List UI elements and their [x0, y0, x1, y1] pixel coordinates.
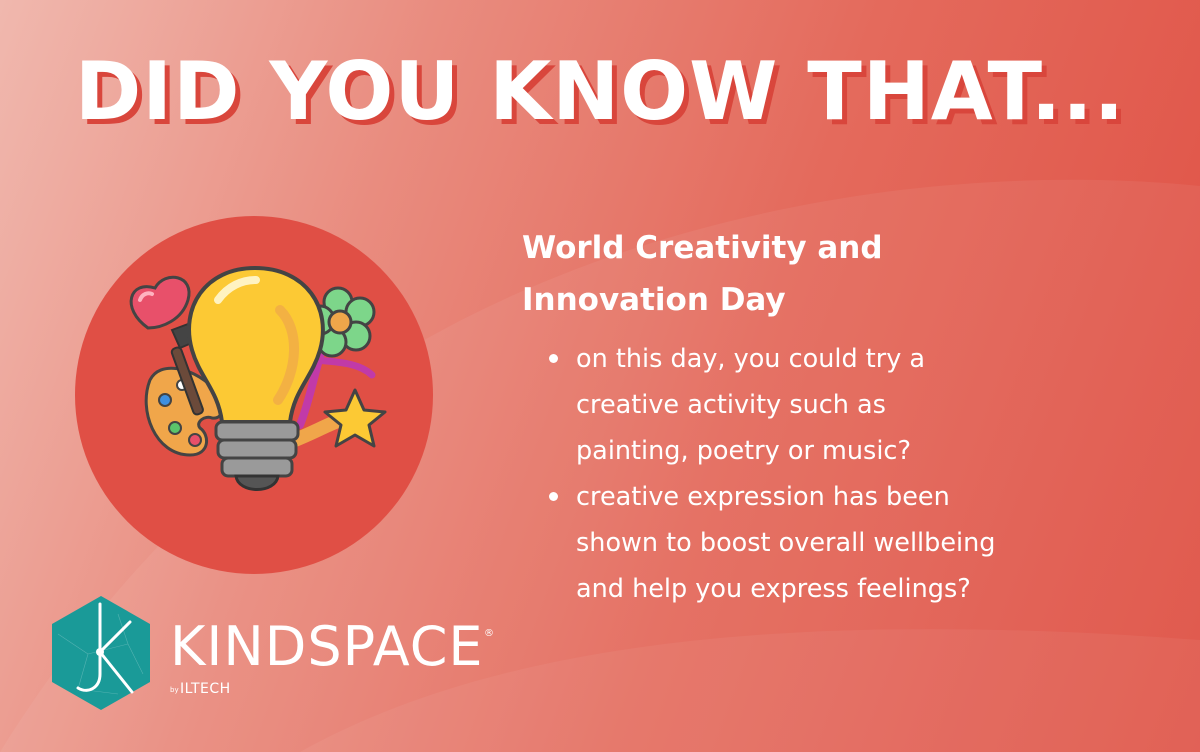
logo-wordmark: KINDSPACE: [170, 615, 484, 678]
fact-line: and help you express feelings?: [576, 574, 971, 604]
heading-line-1: World Creativity and: [522, 230, 883, 266]
fact-line: creative activity such as: [576, 390, 886, 420]
star-icon: [323, 388, 387, 448]
fact-list: on this day, you could try a creative ac…: [546, 336, 1146, 612]
heading-line-2: Innovation Day: [522, 282, 786, 318]
logo-subbrand: ILTECH: [180, 681, 231, 697]
fact-line: shown to boost overall wellbeing: [576, 528, 996, 558]
logo-by-text: by: [170, 686, 179, 694]
fact-line: on this day, you could try a: [576, 344, 926, 374]
heart-icon: [129, 275, 191, 330]
logo-registered-mark: ®: [484, 628, 494, 639]
lightbulb-illustration: [129, 265, 387, 491]
fact-line: creative expression has been: [576, 482, 950, 512]
fact-item: on this day, you could try a creative ac…: [546, 336, 1146, 474]
fact-item: creative expression has been shown to bo…: [546, 474, 1146, 612]
headline: DID YOU KNOW THAT...: [74, 45, 1126, 138]
kindspace-logo-icon: [52, 596, 150, 710]
section-heading: World Creativity and Innovation Day: [522, 222, 1162, 326]
lightbulb-icon: [187, 265, 325, 491]
bullet-dot-icon: [549, 492, 558, 501]
fact-line: painting, poetry or music?: [576, 436, 911, 466]
bullet-dot-icon: [549, 354, 558, 363]
